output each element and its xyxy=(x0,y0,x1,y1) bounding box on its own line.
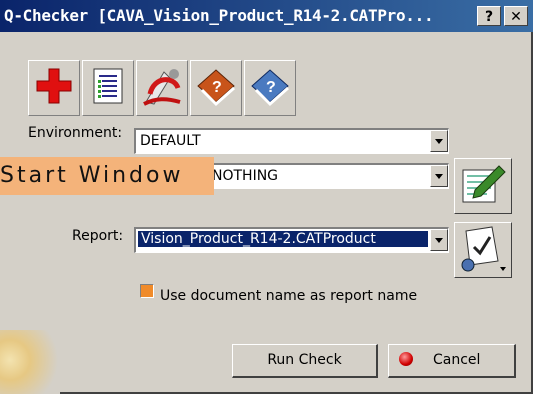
cancel-label: Cancel xyxy=(433,352,481,368)
cad-rotate-button[interactable] xyxy=(136,60,188,116)
toolbar: ? ? xyxy=(28,60,296,116)
environment-label: Environment: xyxy=(28,125,123,141)
profile-value: NOTHING xyxy=(212,168,279,184)
report-select[interactable]: Vision_Product_R14-2.CATProduct xyxy=(134,227,449,253)
decorative-graphic xyxy=(0,330,60,394)
notepad-pencil-icon xyxy=(459,160,507,212)
help-button[interactable]: ? xyxy=(477,6,501,26)
run-check-button[interactable]: Run Check xyxy=(232,344,378,378)
help-book-orange-icon: ? xyxy=(194,64,238,112)
stop-icon xyxy=(399,352,413,366)
environment-select[interactable]: DEFAULT xyxy=(134,128,449,154)
chevron-down-icon[interactable] xyxy=(430,165,448,187)
window-title: Q-Checker [CAVA_Vision_Product_R14-2.CAT… xyxy=(4,6,434,25)
checklist-icon xyxy=(90,66,126,110)
close-button[interactable]: ✕ xyxy=(504,6,528,26)
help-book-blue-button[interactable]: ? xyxy=(244,60,296,116)
use-doc-name-checkbox[interactable] xyxy=(140,284,154,298)
start-window-overlay: Start Window xyxy=(0,157,214,195)
edit-profile-button[interactable] xyxy=(454,158,512,214)
svg-text:?: ? xyxy=(212,79,222,96)
chevron-down-icon[interactable] xyxy=(430,130,448,152)
red-cross-button[interactable] xyxy=(28,60,80,116)
red-cross-icon xyxy=(34,66,74,110)
environment-value: DEFAULT xyxy=(140,133,201,149)
help-book-blue-icon: ? xyxy=(248,64,292,112)
help-book-orange-button[interactable]: ? xyxy=(190,60,242,116)
cad-rotate-icon xyxy=(140,64,184,112)
checklist-button[interactable] xyxy=(82,60,134,116)
q-checker-dialog: Q-Checker [CAVA_Vision_Product_R14-2.CAT… xyxy=(0,0,533,394)
report-options-button[interactable] xyxy=(454,222,512,278)
report-label: Report: xyxy=(72,228,124,244)
cancel-button[interactable]: Cancel xyxy=(388,344,516,378)
report-value: Vision_Product_R14-2.CATProduct xyxy=(138,231,428,247)
chevron-down-icon[interactable] xyxy=(430,229,448,251)
title-bar[interactable]: Q-Checker [CAVA_Vision_Product_R14-2.CAT… xyxy=(0,0,533,32)
use-doc-name-label: Use document name as report name xyxy=(160,288,418,304)
svg-text:?: ? xyxy=(266,79,276,96)
clipboard-check-icon xyxy=(458,223,508,277)
